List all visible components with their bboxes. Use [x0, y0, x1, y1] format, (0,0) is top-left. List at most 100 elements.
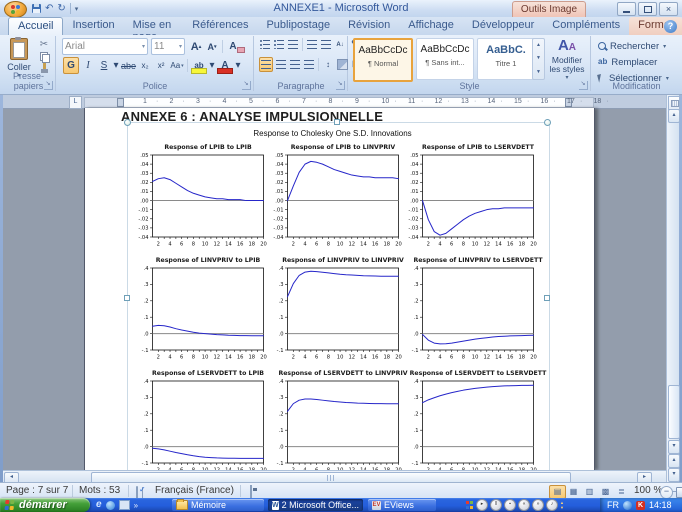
highlight-dropdown-icon[interactable]: ▾ — [209, 58, 215, 73]
quick-launch-overflow-icon[interactable]: » — [134, 501, 138, 510]
style-scroll-down-icon[interactable]: ▼ — [533, 52, 544, 65]
highlight-button[interactable]: ab — [191, 58, 207, 73]
media-button-2[interactable]: ‖ — [490, 499, 502, 511]
bold-button[interactable]: G — [63, 57, 79, 74]
view-outline-icon[interactable]: ▩ — [597, 485, 614, 499]
media-button-5[interactable]: » — [532, 499, 544, 511]
style-card-3[interactable]: AaBbC.Titre 1 — [477, 38, 535, 80]
scroll-up-icon[interactable]: ▴ — [668, 109, 680, 123]
tab-r-vision[interactable]: Révision — [339, 17, 399, 35]
media-toolbar-arrows-icon[interactable]: ▲▼ — [560, 500, 564, 510]
sort-button[interactable]: A↓ — [334, 38, 346, 51]
style-gallery-scroll[interactable]: ▲ ▼ ▼ — [532, 38, 545, 80]
tray-antivirus-icon[interactable]: K — [636, 501, 645, 510]
selection-handle-mid-right[interactable] — [544, 295, 550, 301]
italic-button[interactable]: I — [81, 58, 95, 73]
tab-publipostage[interactable]: Publipostage — [257, 17, 339, 35]
selection-handle-top-right[interactable] — [544, 119, 551, 126]
vertical-scroll-thumb[interactable] — [668, 385, 680, 439]
change-styles-button[interactable]: AA Modifier les styles ▾ — [547, 38, 587, 86]
word-count[interactable]: Mots : 53 — [79, 485, 120, 497]
style-scroll-up-icon[interactable]: ▲ — [533, 39, 544, 52]
document-page[interactable]: ANNEXE 6 : ANALYSE IMPULSIONNELLE Respon… — [84, 108, 595, 470]
impulse-response-figure[interactable]: Response to Cholesky One S.D. Innovation… — [130, 128, 535, 470]
font-size-combo[interactable]: 11▾ — [151, 38, 185, 55]
style-card-1[interactable]: AaBbCcDc¶ Normal — [353, 38, 413, 82]
align-center-button[interactable] — [275, 58, 287, 71]
page-indicator[interactable]: Page : 7 sur 7 — [6, 485, 68, 497]
rechercher-button[interactable]: Rechercher▾ — [598, 39, 666, 53]
restore-button[interactable] — [638, 2, 657, 16]
multilevel-list-button[interactable] — [287, 38, 299, 51]
view-draft-icon[interactable]: ≣ — [613, 485, 630, 499]
selection-handle-top-left[interactable] — [124, 119, 131, 126]
bullets-button[interactable] — [259, 38, 271, 51]
remplacer-button[interactable]: abRemplacer — [598, 55, 657, 69]
change-case-button[interactable]: Aa▾ — [170, 58, 184, 73]
superscript-button[interactable]: x² — [154, 58, 168, 73]
picture-tools-chip[interactable]: Outils Image — [512, 1, 586, 18]
tab-r-f-rences[interactable]: Références — [183, 17, 257, 35]
increase-indent-button[interactable] — [320, 38, 332, 51]
tray-network-icon[interactable] — [623, 501, 632, 510]
justify-button[interactable] — [303, 58, 315, 71]
clear-formatting-button[interactable]: A — [226, 39, 240, 54]
next-page-icon[interactable]: ▾ — [668, 468, 680, 482]
ruler-toggle-button[interactable] — [668, 96, 680, 110]
tab-d-veloppeur[interactable]: Développeur — [463, 17, 543, 35]
font-dialog-launcher[interactable]: ↘ — [242, 81, 251, 90]
font-name-combo[interactable]: Arial▾ — [62, 38, 148, 55]
style-gallery-more-icon[interactable]: ▼ — [533, 66, 544, 79]
underline-dropdown-icon[interactable]: ▾ — [113, 58, 119, 73]
macro-record-icon[interactable] — [250, 486, 252, 498]
language-indicator[interactable]: Français (France) — [155, 485, 234, 497]
previous-page-icon[interactable]: ▴ — [668, 454, 680, 468]
subscript-button[interactable]: x₂ — [138, 58, 152, 73]
messenger-icon[interactable] — [106, 501, 115, 510]
minimize-button[interactable] — [617, 2, 636, 16]
taskbar-button-m-moire[interactable]: Mémoire — [172, 499, 264, 511]
styles-dialog-launcher[interactable]: ↘ — [579, 81, 588, 90]
media-button-4[interactable]: « — [518, 499, 530, 511]
font-color-button[interactable]: A — [217, 58, 233, 73]
align-right-button[interactable] — [289, 58, 301, 71]
view-web-layout-icon[interactable]: ▥ — [581, 485, 598, 499]
language-bar[interactable]: FR — [607, 500, 619, 510]
shrink-font-button[interactable]: A — [205, 39, 219, 54]
tab-stop-selector[interactable]: L — [69, 96, 82, 109]
font-color-dropdown-icon[interactable]: ▾ — [235, 58, 241, 73]
taskbar-button-eviews[interactable]: EVEViews — [368, 499, 436, 511]
indent-marker-left[interactable] — [117, 98, 124, 107]
media-button-3[interactable]: ▪ — [504, 499, 516, 511]
tab-insertion[interactable]: Insertion — [63, 17, 123, 35]
cut-icon[interactable]: ✂ — [40, 39, 48, 50]
show-desktop-icon[interactable] — [119, 500, 130, 510]
tab-affichage[interactable]: Affichage — [399, 17, 463, 35]
close-button[interactable]: × — [659, 2, 678, 16]
taskbar-button-2-microsoft-office-[interactable]: W2 Microsoft Office...▾ — [268, 499, 363, 511]
decrease-indent-button[interactable] — [306, 38, 318, 51]
selection-handle-top-center[interactable] — [334, 119, 340, 125]
line-spacing-button[interactable]: ↕ — [322, 58, 334, 71]
internet-explorer-icon[interactable]: e — [96, 500, 102, 510]
view-print-layout-icon[interactable]: ▤ — [549, 485, 566, 499]
zoom-slider-thumb[interactable] — [676, 487, 682, 498]
vertical-scrollbar[interactable]: ▴ ▾ ▴ ▾ — [666, 95, 679, 482]
strikethrough-button[interactable]: abe — [121, 58, 136, 73]
numbering-button[interactable] — [273, 38, 285, 51]
grow-font-button[interactable]: A — [189, 39, 203, 54]
media-button-6[interactable]: ♪ — [546, 499, 558, 511]
media-button-1[interactable]: ▸ — [476, 499, 488, 511]
tab-mise-en-page[interactable]: Mise en page — [124, 17, 184, 35]
view-fullscreen-icon[interactable]: ▦ — [565, 485, 582, 499]
horizontal-ruler[interactable]: L 1·2·3·4·5·6·7·8·9·10·11·12·13·14·15·16… — [3, 95, 667, 109]
scroll-down-icon[interactable]: ▾ — [668, 440, 680, 454]
start-button[interactable]: démarrer — [0, 498, 90, 512]
copy-icon[interactable] — [40, 52, 48, 61]
clipboard-dialog-launcher[interactable]: ↘ — [44, 81, 53, 90]
tab-accueil[interactable]: Accueil — [8, 17, 63, 36]
help-button[interactable]: ? — [664, 20, 677, 33]
tab-compl-ments[interactable]: Compléments — [543, 17, 629, 35]
paragraph-dialog-launcher[interactable]: ↘ — [336, 81, 345, 90]
underline-button[interactable]: S — [97, 58, 111, 73]
